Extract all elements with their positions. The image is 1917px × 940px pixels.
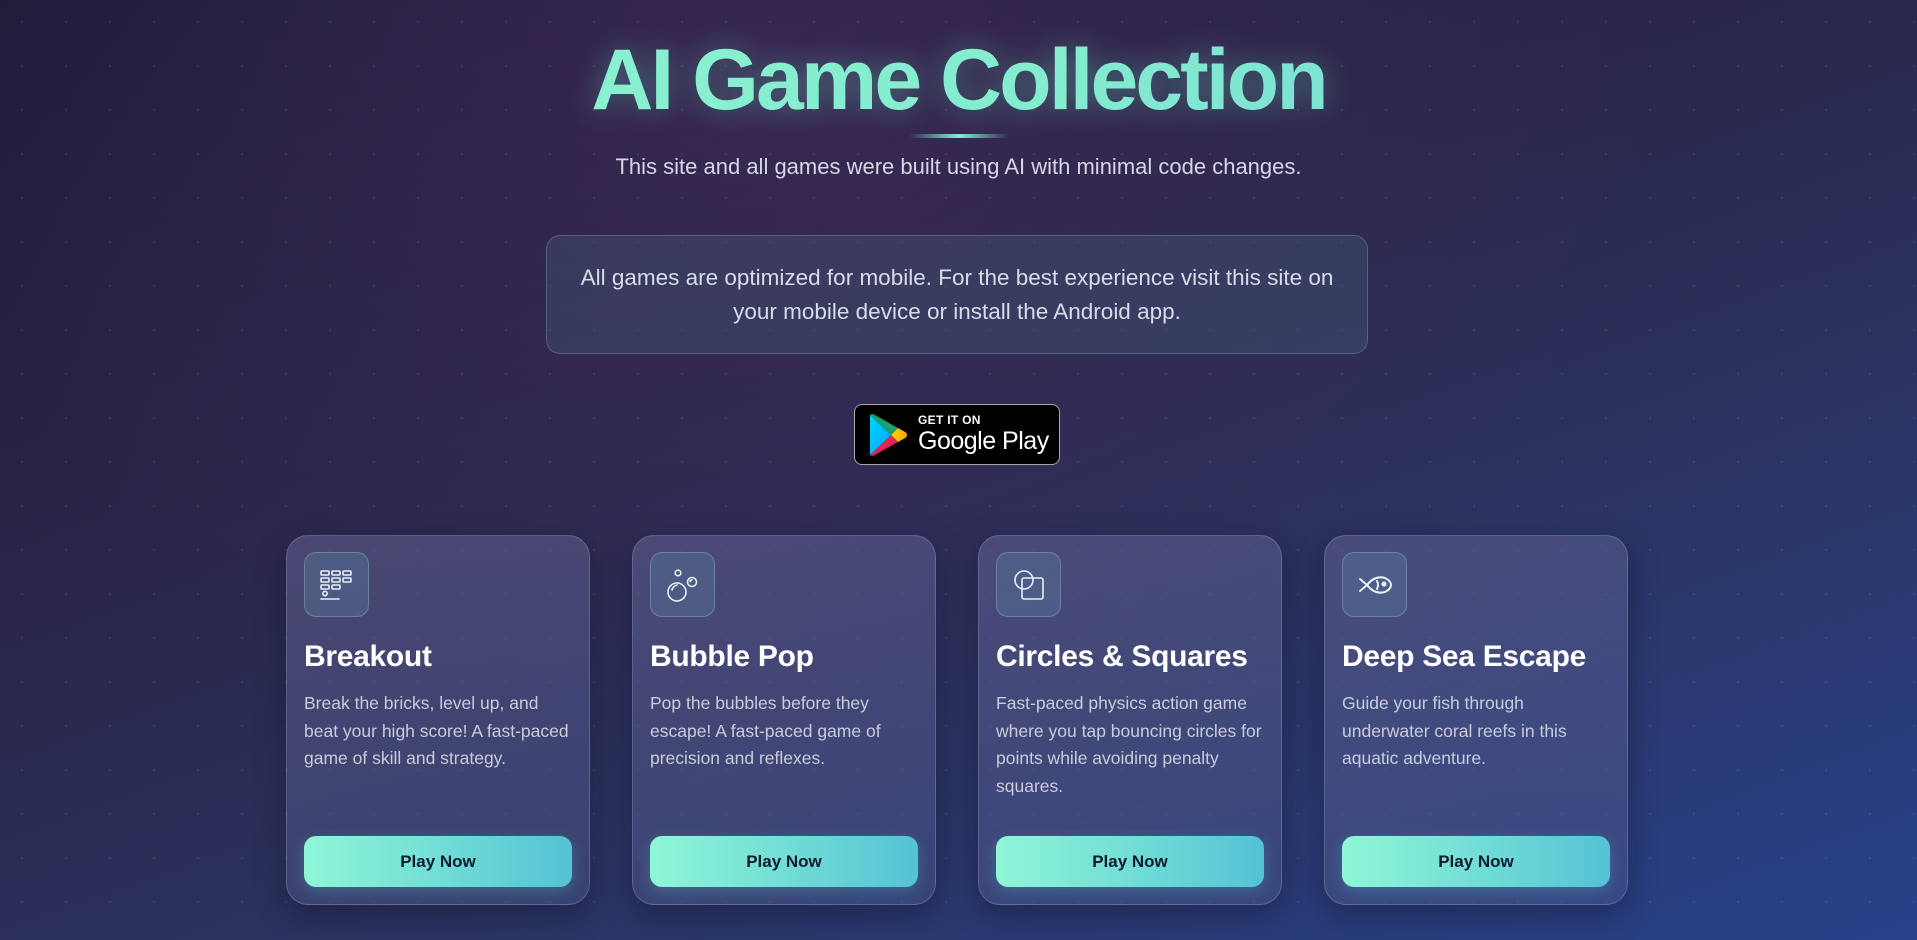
fish-icon [1342, 552, 1407, 617]
play-now-button-bubble-pop[interactable]: Play Now [650, 836, 918, 887]
game-description: Break the bricks, level up, and beat you… [304, 693, 569, 768]
mobile-notice-text: All games are optimized for mobile. For … [580, 264, 1334, 324]
game-cards: Breakout Break the bricks, level up, and… [286, 535, 1628, 905]
game-card-circles-squares: Circles & Squares Fast-paced physics act… [978, 535, 1282, 905]
game-card-bubble-pop: Bubble Pop Pop the bubbles before they e… [632, 535, 936, 905]
page-subtitle: This site and all games were built using… [615, 154, 1302, 179]
google-play-small-text: GET IT ON [918, 413, 981, 427]
play-now-button-deep-sea-escape[interactable]: Play Now [1342, 836, 1610, 887]
game-description: Fast-paced physics action game where you… [996, 693, 1262, 796]
circle-square-icon [996, 552, 1061, 617]
play-now-button-breakout[interactable]: Play Now [304, 836, 572, 887]
mobile-notice: All games are optimized for mobile. For … [546, 235, 1368, 354]
game-title: Bubble Pop [650, 640, 814, 673]
google-play-text: GET IT ON Google Play [918, 413, 1049, 456]
game-card-deep-sea-escape: Deep Sea Escape Guide your fish through … [1324, 535, 1628, 905]
game-title: Deep Sea Escape [1342, 640, 1586, 673]
page-header: AI Game Collection This site and all gam… [0, 30, 1917, 180]
google-play-icon [870, 413, 907, 456]
game-card-breakout: Breakout Break the bricks, level up, and… [286, 535, 590, 905]
google-play-badge[interactable]: GET IT ON Google Play [854, 404, 1060, 465]
game-title: Circles & Squares [996, 640, 1248, 673]
title-underline [908, 134, 1009, 138]
play-now-button-circles-squares[interactable]: Play Now [996, 836, 1264, 887]
game-description: Pop the bubbles before they escape! A fa… [650, 693, 881, 768]
game-title: Breakout [304, 640, 432, 673]
bubbles-icon [650, 552, 715, 617]
game-description: Guide your fish through underwater coral… [1342, 693, 1567, 768]
page-title: AI Game Collection [0, 30, 1917, 130]
google-play-big-text: Google Play [918, 427, 1049, 455]
breakout-icon [304, 552, 369, 617]
